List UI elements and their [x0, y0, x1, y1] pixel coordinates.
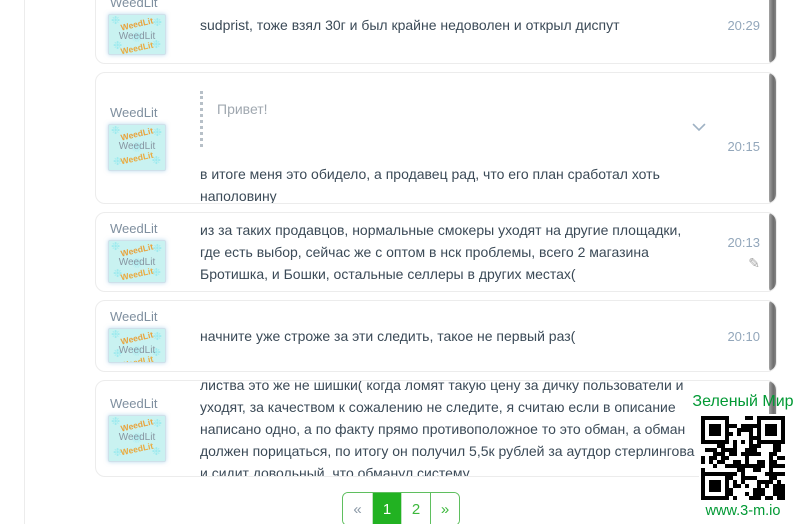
card-right-bar [769, 72, 777, 204]
message-card: WeedLit ❉ ❉ ✺ ❉ ❉ WeedLit WeedLit WeedLi… [95, 212, 777, 292]
card-right-bar [769, 212, 777, 292]
message-time: 20:10 [727, 329, 760, 344]
edit-pencil-icon[interactable]: ✎ [748, 257, 760, 269]
username-link[interactable]: WeedLit [110, 105, 188, 120]
message-text: листва это же не шишки( когда ломят таку… [200, 380, 698, 477]
message-time: 20:29 [727, 18, 760, 33]
username-link[interactable]: WeedLit [110, 309, 188, 324]
message-meta: 20:13 ✎ [698, 221, 762, 283]
message-meta: 20:10 [698, 309, 762, 363]
pagination-page-1[interactable]: 1 [372, 493, 401, 524]
pagination: « 1 2 » [342, 492, 460, 524]
pagination-prev-button[interactable]: « [343, 493, 372, 524]
message-time: 20:13 [727, 235, 760, 250]
chevron-down-icon[interactable] [692, 123, 706, 132]
message-card: WeedLit ❉ ❉ ✺ ❉ ❉ WeedLit WeedLit WeedLi… [95, 0, 777, 64]
pagination-page-2[interactable]: 2 [401, 493, 430, 524]
author-column: WeedLit ❉ ❉ ✺ ❉ ❉ WeedLit WeedLit WeedLi… [108, 0, 188, 55]
message-text: в итоге меня это обидело, а продавец рад… [200, 163, 688, 204]
avatar[interactable]: ❉ ❉ ✺ ❉ ❉ WeedLit WeedLit WeedLit [108, 415, 166, 462]
avatar[interactable]: ❉ ❉ ✺ ❉ ❉ WeedLit WeedLit WeedLit [108, 14, 166, 55]
message-text: из за таких продавцов, нормальные смокер… [200, 219, 688, 285]
card-right-bar [769, 300, 777, 372]
watermark-overlay: Зеленый Мир www.3-m.io [691, 393, 795, 519]
avatar[interactable]: ❉ ❉ ✺ ❉ ❉ WeedLit WeedLit WeedLit [108, 124, 166, 171]
quote-text: Привет! [217, 101, 268, 117]
message-meta: 20:29 [698, 0, 762, 55]
avatar[interactable]: ❉ ❉ ✺ ❉ ❉ WeedLit WeedLit WeedLit [108, 328, 166, 363]
username-link[interactable]: WeedLit [110, 221, 188, 236]
message-body: Привет! в итоге меня это обидело, а прод… [188, 81, 698, 195]
message-body: из за таких продавцов, нормальные смокер… [188, 221, 698, 283]
message-time: 20:15 [727, 139, 760, 154]
message-meta: 20:15 [698, 81, 762, 195]
watermark-url: www.3-m.io [691, 503, 795, 519]
message-card: WeedLit ❉ ❉ ✺ ❉ ❉ WeedLit WeedLit WeedLi… [95, 72, 777, 204]
author-column: WeedLit ❉ ❉ ✺ ❉ ❉ WeedLit WeedLit WeedLi… [108, 221, 188, 283]
qr-code [699, 414, 787, 502]
message-text: начните уже строже за эти следить, такое… [200, 325, 688, 347]
avatar[interactable]: ❉ ❉ ✺ ❉ ❉ WeedLit WeedLit WeedLit [108, 240, 166, 283]
message-card: WeedLit ❉ ❉ ✺ ❉ ❉ WeedLit WeedLit WeedLi… [95, 380, 777, 477]
username-link[interactable]: WeedLit [110, 0, 188, 10]
message-card: WeedLit ❉ ❉ ✺ ❉ ❉ WeedLit WeedLit WeedLi… [95, 300, 777, 372]
page-left-rail [0, 0, 25, 524]
message-text: sudprist, тоже взял 30г и был крайне нед… [200, 14, 688, 36]
thread-content: WeedLit ❉ ❉ ✺ ❉ ❉ WeedLit WeedLit WeedLi… [95, 0, 777, 524]
pagination-next-button[interactable]: » [430, 493, 459, 524]
message-body: начните уже строже за эти следить, такое… [188, 309, 698, 363]
message-body: sudprist, тоже взял 30г и был крайне нед… [188, 0, 698, 55]
username-link[interactable]: WeedLit [110, 396, 188, 411]
card-right-bar [769, 0, 777, 64]
author-column: WeedLit ❉ ❉ ✺ ❉ ❉ WeedLit WeedLit WeedLi… [108, 81, 188, 195]
watermark-title: Зеленый Мир [691, 393, 795, 411]
message-body: листва это же не шишки( когда ломят таку… [188, 389, 762, 468]
author-column: WeedLit ❉ ❉ ✺ ❉ ❉ WeedLit WeedLit WeedLi… [108, 389, 188, 468]
quoted-message: Привет! [200, 91, 688, 147]
author-column: WeedLit ❉ ❉ ✺ ❉ ❉ WeedLit WeedLit WeedLi… [108, 309, 188, 363]
